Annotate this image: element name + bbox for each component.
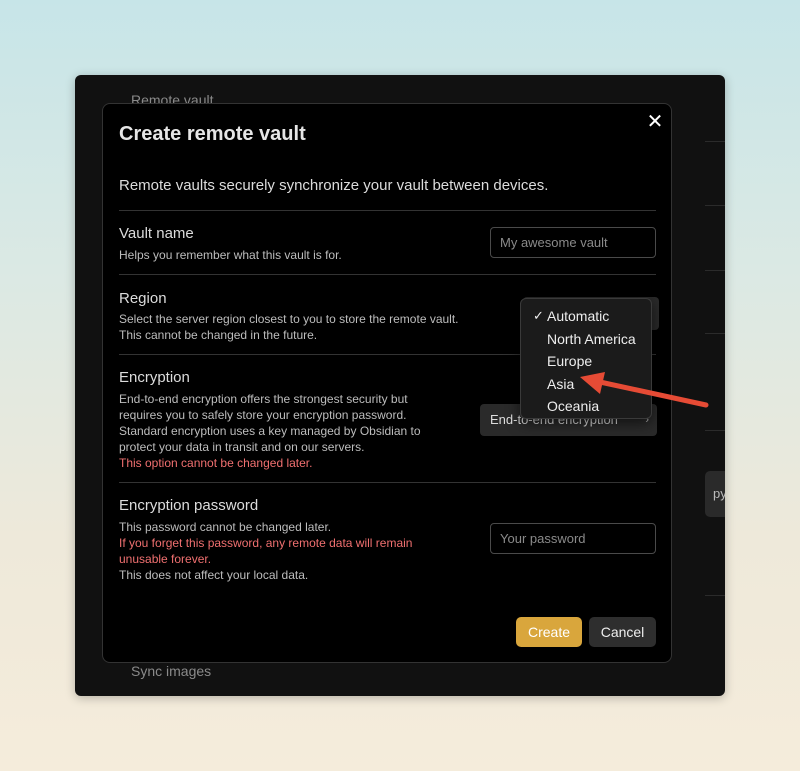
annotation-arrow-head bbox=[580, 372, 605, 394]
annotation-arrow bbox=[580, 372, 709, 408]
annotation-arrow-shaft bbox=[597, 379, 709, 408]
